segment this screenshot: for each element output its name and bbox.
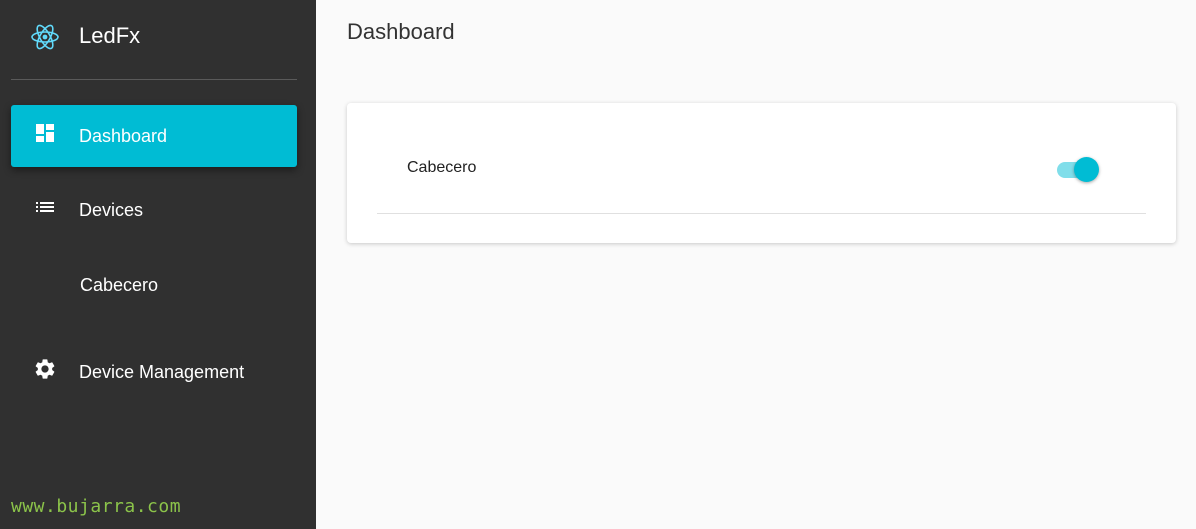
sidebar-item-label: Devices — [79, 200, 144, 220]
sidebar-divider — [11, 79, 297, 80]
sidebar-item-label: Device Management — [79, 362, 245, 382]
sidebar-item-label: Cabecero — [80, 275, 159, 295]
main-content: Dashboard Cabecero — [316, 0, 1196, 529]
device-name: Cabecero — [407, 159, 477, 176]
dashboard-icon — [36, 124, 54, 142]
sidebar-item-devices[interactable]: Devices — [11, 179, 297, 241]
brand[interactable]: LedFx — [0, 0, 316, 72]
sidebar: LedFx Dashboard Devices Cabecero Device … — [0, 0, 316, 529]
sidebar-item-cabecero[interactable]: Cabecero — [11, 254, 297, 316]
page-title: Dashboard — [347, 19, 455, 44]
device-card: Cabecero — [347, 103, 1176, 243]
gear-icon — [35, 359, 55, 379]
watermark: www.bujarra.com — [11, 496, 182, 517]
atom-icon — [31, 24, 59, 50]
sidebar-item-device-management[interactable]: Device Management — [11, 341, 297, 403]
sidebar-item-label: Dashboard — [79, 126, 168, 146]
card-divider — [377, 213, 1146, 214]
list-icon — [36, 202, 54, 212]
app-name: LedFx — [79, 23, 141, 48]
sidebar-item-dashboard[interactable]: Dashboard — [11, 105, 297, 167]
device-enabled-toggle[interactable] — [1055, 156, 1101, 182]
toggle-thumb — [1074, 157, 1099, 182]
